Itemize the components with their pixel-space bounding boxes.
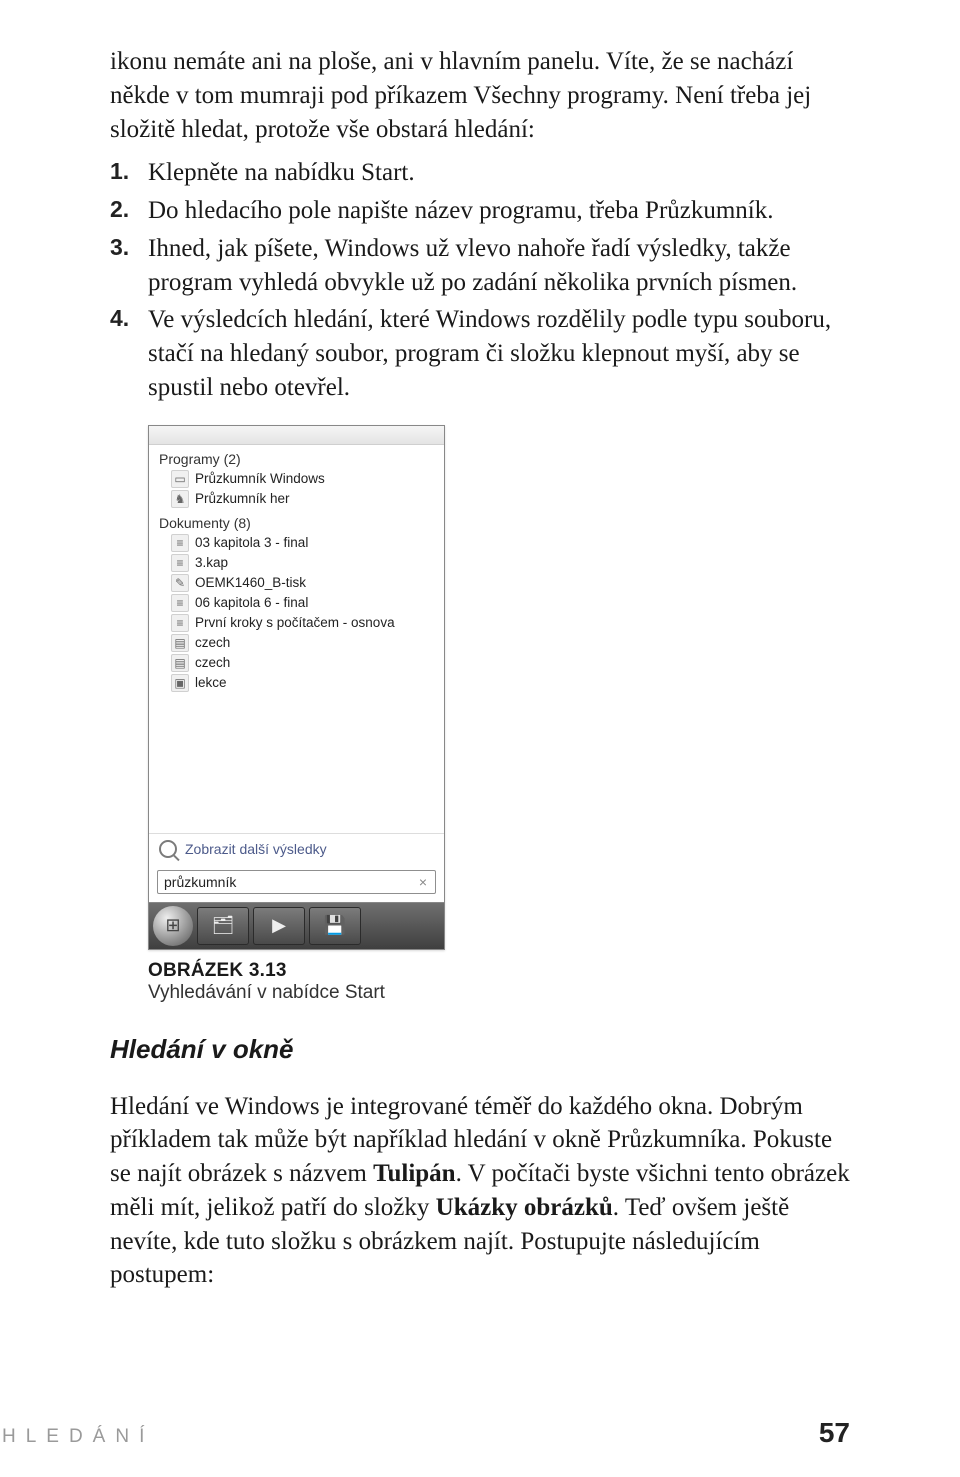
list-item[interactable]: ▣ lekce [149,673,444,693]
doc-icon: ≡ [171,554,189,572]
list-item-label: 3.kap [195,555,228,570]
group-header-programs: Programy (2) [149,445,444,469]
figure-description: Vyhledávání v nabídce Start [148,982,850,1004]
folder-icon: ▭ [171,470,189,488]
section-heading: Hledání v okně [110,1034,850,1065]
steps-list: Klepněte na nabídku Start. Do hledacího … [110,156,850,404]
footer-section-name: HLEDÁNÍ [0,1426,154,1448]
figure-label: OBRÁZEK 3.13 [148,960,850,982]
doc-icon: ≡ [171,594,189,612]
more-results-label: Zobrazit další výsledky [185,841,327,857]
game-icon: ♞ [171,490,189,508]
text-icon: ▣ [171,674,189,692]
list-item-label: czech [195,635,230,650]
search-input-value: průzkumník [164,874,417,890]
page-footer: HLEDÁNÍ 57 [0,1357,960,1477]
list-item-label: První kroky s počítačem - osnova [195,615,395,630]
list-item[interactable]: ✎ OEMK1460_B-tisk [149,573,444,593]
list-item[interactable]: ▤ czech [149,653,444,673]
window-titlebar [149,426,444,445]
list-item-label: lekce [195,675,227,690]
list-item[interactable]: ▤ czech [149,633,444,653]
footer-page-number: 57 [819,1417,850,1449]
list-item[interactable]: ▭ Průzkumník Windows [149,469,444,489]
step-2: Do hledacího pole napište název programu… [110,194,850,228]
explorer-button[interactable]: 🗂 [197,907,249,945]
list-item-label: czech [195,655,230,670]
doc-icon: ≡ [171,614,189,632]
search-input[interactable]: průzkumník × [157,870,436,894]
list-item[interactable]: ♞ Průzkumník her [149,489,444,509]
doc-icon: ≡ [171,534,189,552]
step-3: Ihned, jak píšete, Windows už vlevo naho… [110,232,850,300]
intro-paragraph: ikonu nemáte ani na ploše, ani v hlavním… [110,45,850,146]
figure-caption: OBRÁZEK 3.13 Vyhledávání v nabídce Start [148,960,850,1004]
text-icon: ▤ [171,654,189,672]
bold-term-1: Tulipán [373,1160,455,1187]
step-4: Ve výsledcích hledání, které Windows roz… [110,303,850,404]
media-button[interactable]: ▶ [253,907,305,945]
pdf-icon: ✎ [171,574,189,592]
search-icon [159,840,177,858]
body-paragraph: Hledání ve Windows je integrované téměř … [110,1090,850,1293]
list-item[interactable]: ≡ První kroky s počítačem - osnova [149,613,444,633]
clear-icon[interactable]: × [417,874,429,890]
spacer [149,693,444,833]
list-item-label: Průzkumník her [195,491,290,506]
start-menu-panel: Programy (2) ▭ Průzkumník Windows ♞ Průz… [148,425,445,950]
list-item-label: 06 kapitola 6 - final [195,595,308,610]
list-item[interactable]: ≡ 03 kapitola 3 - final [149,533,444,553]
list-item[interactable]: ≡ 06 kapitola 6 - final [149,593,444,613]
more-results-link[interactable]: Zobrazit další výsledky [149,833,444,864]
taskbar: ⊞ 🗂 ▶ 💾 [149,902,444,949]
list-item-label: Průzkumník Windows [195,471,325,486]
list-item-label: 03 kapitola 3 - final [195,535,308,550]
step-1: Klepněte na nabídku Start. [110,156,850,190]
text-icon: ▤ [171,634,189,652]
list-item-label: OEMK1460_B-tisk [195,575,306,590]
group-header-documents: Dokumenty (8) [149,509,444,533]
save-button[interactable]: 💾 [309,907,361,945]
list-item[interactable]: ≡ 3.kap [149,553,444,573]
bold-term-2: Ukázky obrázků [436,1194,613,1221]
figure-screenshot: Programy (2) ▭ Průzkumník Windows ♞ Průz… [148,425,850,950]
start-orb[interactable]: ⊞ [153,906,193,946]
